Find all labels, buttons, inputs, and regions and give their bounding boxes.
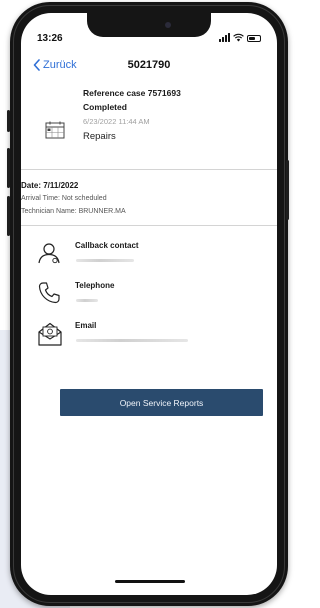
person-icon [38, 243, 60, 264]
home-indicator [115, 580, 185, 583]
power-button [286, 160, 289, 220]
callback-contact-row[interactable]: Callback contact [21, 239, 277, 279]
email-row[interactable]: Email [21, 319, 277, 359]
calendar-icon [45, 121, 65, 139]
case-reference: Reference case 7571693 [83, 88, 181, 98]
divider [21, 169, 277, 170]
volume-down-button [7, 196, 10, 236]
divider [21, 225, 277, 226]
page-title: 5021790 [127, 59, 171, 71]
status-icons [219, 33, 261, 42]
case-type: Repairs [83, 131, 116, 142]
arrival-time: Arrival Time: Not scheduled [21, 195, 107, 202]
mute-switch [7, 110, 10, 132]
case-status: Completed [83, 102, 127, 112]
phone-icon [38, 282, 60, 304]
envelope-icon [38, 322, 62, 346]
notch [87, 13, 211, 37]
technician-name: Technician Name: BRUNNER.MA [21, 208, 126, 215]
case-datetime: 6/23/2022 11:44 AM [83, 117, 150, 126]
battery-icon [247, 35, 261, 42]
phone-screen: 13:26 Zurück 5021790 Reference case 7571… [21, 13, 277, 595]
wifi-icon [233, 33, 244, 42]
status-time: 13:26 [37, 33, 63, 44]
contact-value-redacted [76, 299, 98, 302]
telephone-row[interactable]: Telephone [21, 279, 277, 319]
contact-value-redacted [76, 259, 134, 262]
contact-label: Email [75, 321, 97, 330]
volume-up-button [7, 148, 10, 188]
visit-date: Date: 7/11/2022 [21, 181, 79, 190]
contact-label: Callback contact [75, 241, 139, 250]
open-service-reports-button[interactable]: Open Service Reports [60, 389, 263, 416]
camera-icon [165, 22, 171, 28]
navigation-bar: Zurück 5021790 [21, 53, 277, 81]
contact-value-redacted [76, 339, 188, 342]
contact-label: Telephone [75, 281, 115, 290]
case-summary: Reference case 7571693 Completed 6/23/20… [21, 85, 277, 165]
signal-icon [219, 33, 230, 42]
